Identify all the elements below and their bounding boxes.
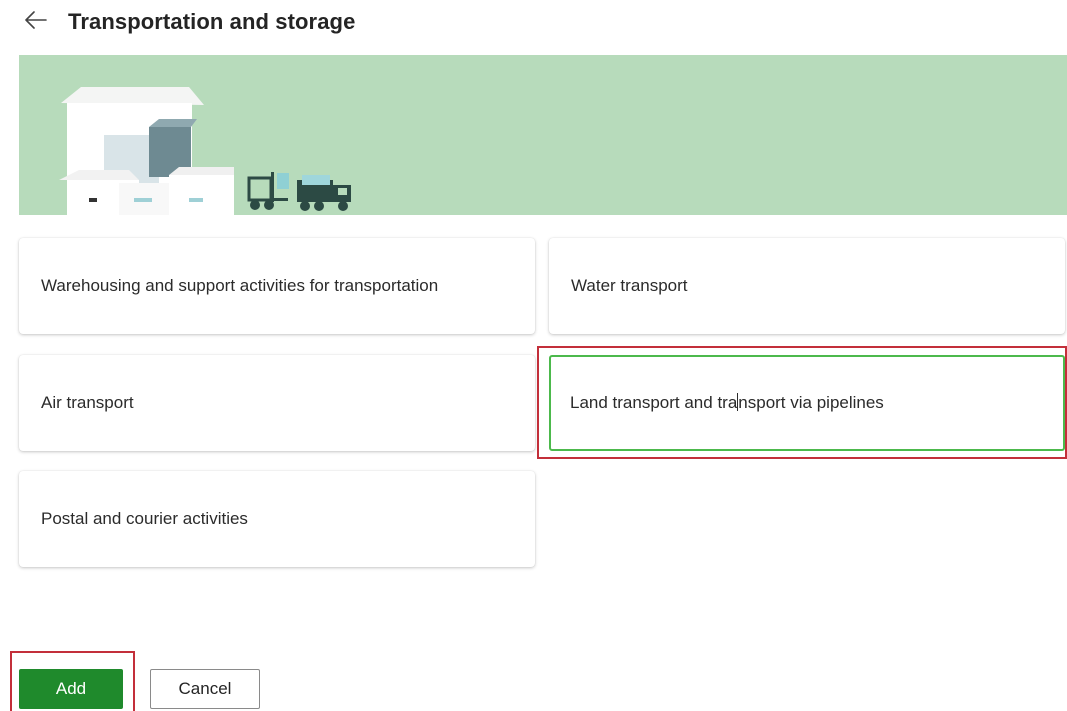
arrow-left-icon xyxy=(25,10,47,34)
back-button[interactable] xyxy=(22,8,50,36)
category-banner xyxy=(19,55,1067,215)
option-label: Warehousing and support activities for t… xyxy=(41,276,439,295)
option-card-water-transport[interactable]: Water transport xyxy=(549,238,1065,334)
page-title: Transportation and storage xyxy=(68,9,356,34)
add-button[interactable]: Add xyxy=(19,669,123,709)
option-card-warehousing[interactable]: Warehousing and support activities for t… xyxy=(19,238,535,334)
option-card-land-transport[interactable]: Land transport and transport via pipelin… xyxy=(549,355,1065,451)
page: Transportation and storage Warehousing a… xyxy=(0,0,1067,711)
option-label-part: nsport via pipelines xyxy=(738,393,884,412)
option-card-postal-courier[interactable]: Postal and courier activities xyxy=(19,471,535,567)
option-label-part: Land transport and tra xyxy=(570,393,738,412)
option-label: Water transport xyxy=(571,276,688,295)
option-label: Land transport and transport via pipelin… xyxy=(570,393,884,413)
warehouse-illustration xyxy=(59,87,351,215)
option-label: Postal and courier activities xyxy=(41,509,248,528)
option-label: Air transport xyxy=(41,393,134,412)
option-card-air-transport[interactable]: Air transport xyxy=(19,355,535,451)
cancel-button[interactable]: Cancel xyxy=(150,669,260,709)
header: Transportation and storage xyxy=(22,6,355,38)
